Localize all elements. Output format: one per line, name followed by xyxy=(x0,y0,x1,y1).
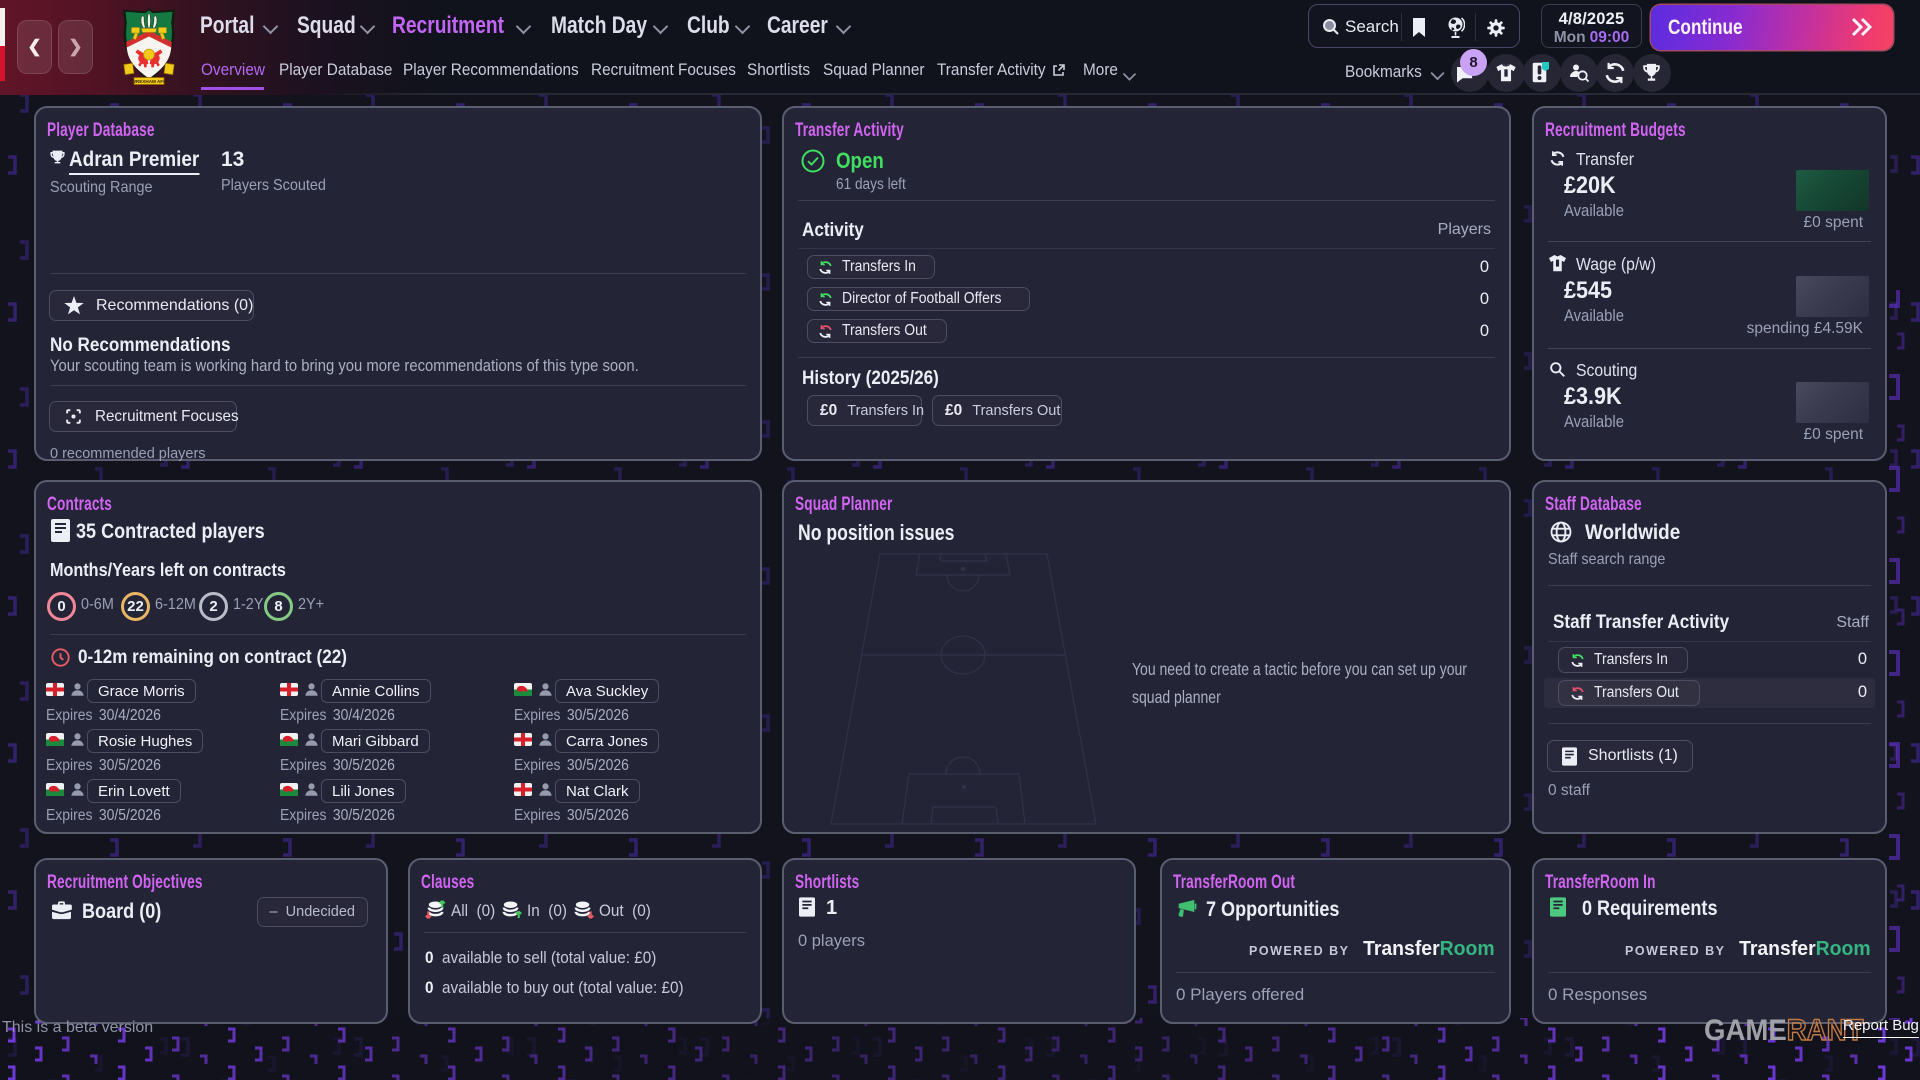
svg-text:WREXHAM AFC: WREXHAM AFC xyxy=(132,79,167,84)
